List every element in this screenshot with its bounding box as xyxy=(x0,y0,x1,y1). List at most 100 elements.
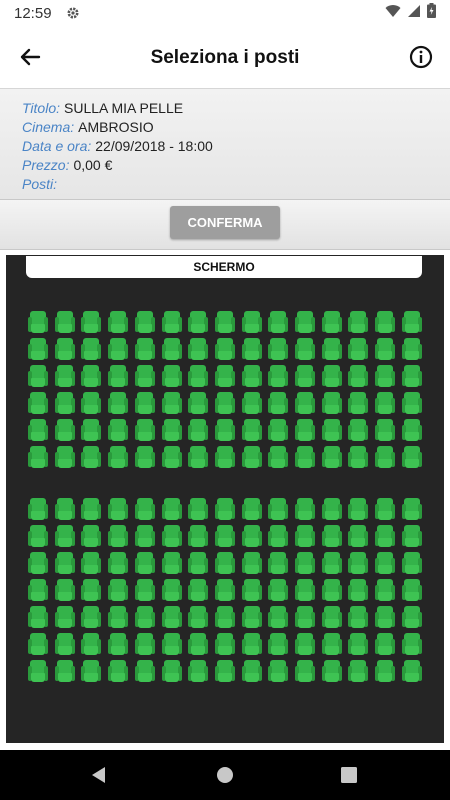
seat[interactable] xyxy=(162,606,182,629)
seat[interactable] xyxy=(215,552,235,575)
seat[interactable] xyxy=(375,392,395,415)
seat[interactable] xyxy=(242,392,262,415)
seat[interactable] xyxy=(108,392,128,415)
seat[interactable] xyxy=(402,498,422,521)
seat[interactable] xyxy=(402,579,422,602)
seat[interactable] xyxy=(348,311,368,334)
seat[interactable] xyxy=(55,525,75,548)
seat[interactable] xyxy=(162,338,182,361)
seat[interactable] xyxy=(135,419,155,442)
seat[interactable] xyxy=(162,579,182,602)
seat[interactable] xyxy=(55,552,75,575)
seat[interactable] xyxy=(28,579,48,602)
seat[interactable] xyxy=(295,660,315,683)
seat[interactable] xyxy=(108,338,128,361)
seat[interactable] xyxy=(108,498,128,521)
seat[interactable] xyxy=(215,446,235,469)
seat[interactable] xyxy=(322,311,342,334)
seat[interactable] xyxy=(162,633,182,656)
seat[interactable] xyxy=(402,525,422,548)
seat[interactable] xyxy=(108,606,128,629)
seat[interactable] xyxy=(28,606,48,629)
seat[interactable] xyxy=(322,660,342,683)
seat[interactable] xyxy=(215,311,235,334)
seat[interactable] xyxy=(402,606,422,629)
seat[interactable] xyxy=(188,446,208,469)
seat[interactable] xyxy=(242,419,262,442)
seat[interactable] xyxy=(81,338,101,361)
seat[interactable] xyxy=(348,633,368,656)
seat[interactable] xyxy=(268,525,288,548)
seat[interactable] xyxy=(81,552,101,575)
seat[interactable] xyxy=(322,392,342,415)
seat[interactable] xyxy=(108,579,128,602)
seat[interactable] xyxy=(28,660,48,683)
seat[interactable] xyxy=(322,446,342,469)
seat[interactable] xyxy=(55,338,75,361)
seat[interactable] xyxy=(28,498,48,521)
seat[interactable] xyxy=(295,525,315,548)
seat[interactable] xyxy=(268,498,288,521)
seat[interactable] xyxy=(348,446,368,469)
seat[interactable] xyxy=(402,660,422,683)
seat[interactable] xyxy=(188,419,208,442)
seat[interactable] xyxy=(215,633,235,656)
seat[interactable] xyxy=(402,338,422,361)
seat[interactable] xyxy=(55,498,75,521)
seat[interactable] xyxy=(215,392,235,415)
seat[interactable] xyxy=(402,419,422,442)
seat[interactable] xyxy=(81,446,101,469)
seat[interactable] xyxy=(215,525,235,548)
seat[interactable] xyxy=(322,579,342,602)
seat[interactable] xyxy=(348,392,368,415)
seat[interactable] xyxy=(135,525,155,548)
seat[interactable] xyxy=(295,446,315,469)
seat[interactable] xyxy=(55,311,75,334)
seat[interactable] xyxy=(28,633,48,656)
seat[interactable] xyxy=(28,419,48,442)
seat[interactable] xyxy=(28,338,48,361)
seat[interactable] xyxy=(215,419,235,442)
seat[interactable] xyxy=(108,446,128,469)
seat[interactable] xyxy=(375,660,395,683)
seat[interactable] xyxy=(108,660,128,683)
seat[interactable] xyxy=(322,606,342,629)
seat[interactable] xyxy=(295,392,315,415)
seat[interactable] xyxy=(162,498,182,521)
seat[interactable] xyxy=(215,660,235,683)
seat[interactable] xyxy=(215,606,235,629)
seat[interactable] xyxy=(135,365,155,388)
seat[interactable] xyxy=(375,311,395,334)
seat[interactable] xyxy=(162,446,182,469)
seat[interactable] xyxy=(375,606,395,629)
seat[interactable] xyxy=(81,392,101,415)
seat[interactable] xyxy=(188,633,208,656)
seat[interactable] xyxy=(242,311,262,334)
seat[interactable] xyxy=(402,311,422,334)
seat[interactable] xyxy=(108,311,128,334)
seat[interactable] xyxy=(135,498,155,521)
seat[interactable] xyxy=(295,579,315,602)
seat[interactable] xyxy=(108,419,128,442)
seat[interactable] xyxy=(162,311,182,334)
seat[interactable] xyxy=(402,392,422,415)
seat[interactable] xyxy=(162,392,182,415)
seat[interactable] xyxy=(215,579,235,602)
seat[interactable] xyxy=(348,552,368,575)
seat[interactable] xyxy=(28,446,48,469)
seat[interactable] xyxy=(375,498,395,521)
seat[interactable] xyxy=(28,552,48,575)
seat[interactable] xyxy=(55,579,75,602)
seat[interactable] xyxy=(402,552,422,575)
seat[interactable] xyxy=(188,498,208,521)
seat[interactable] xyxy=(188,552,208,575)
seat[interactable] xyxy=(242,660,262,683)
seat[interactable] xyxy=(108,633,128,656)
seat[interactable] xyxy=(188,525,208,548)
seat[interactable] xyxy=(28,392,48,415)
seat[interactable] xyxy=(215,338,235,361)
seat[interactable] xyxy=(375,633,395,656)
seat[interactable] xyxy=(28,365,48,388)
seat[interactable] xyxy=(188,392,208,415)
seat[interactable] xyxy=(322,525,342,548)
